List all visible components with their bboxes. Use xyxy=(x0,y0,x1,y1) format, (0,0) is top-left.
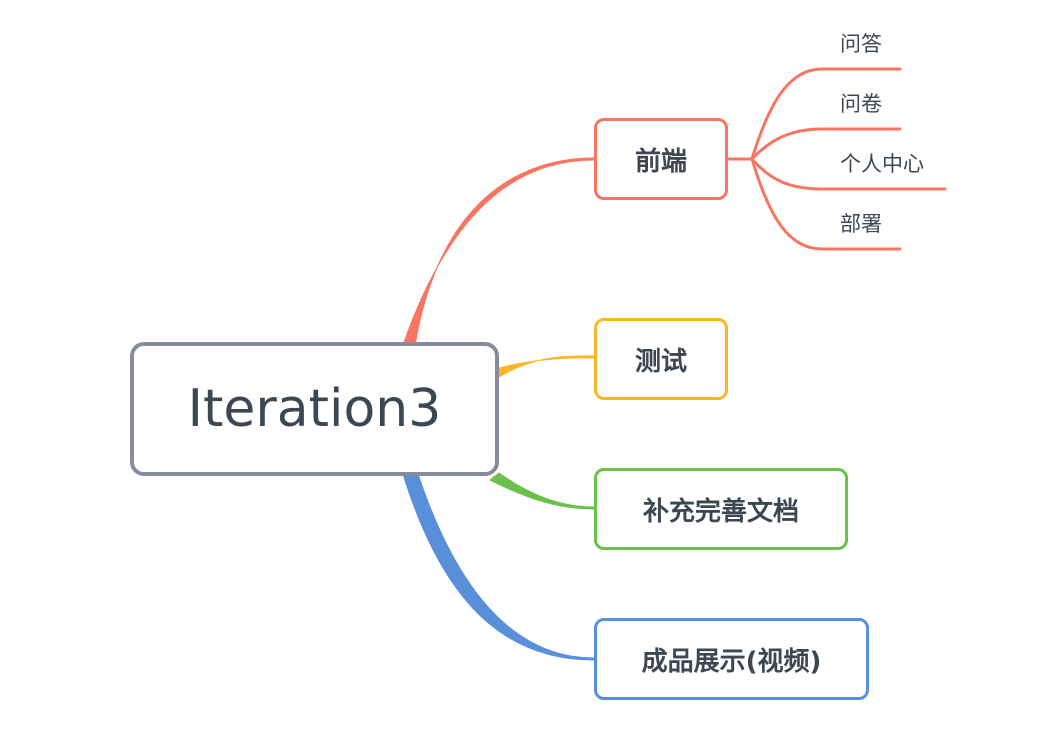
branch-node-frontend[interactable]: 前端 xyxy=(594,118,728,200)
leaf-node-qa[interactable]: 问答 xyxy=(840,31,882,57)
connector-root-docs xyxy=(489,472,595,510)
leaf-node-deploy[interactable]: 部署 xyxy=(840,211,882,237)
leaf-node-personal-center[interactable]: 个人中心 xyxy=(840,151,924,177)
branch-node-demo-video[interactable]: 成品展示(视频) xyxy=(594,618,869,700)
branch-node-testing[interactable]: 测试 xyxy=(594,318,728,400)
root-node-iteration3[interactable]: Iteration3 xyxy=(130,342,499,476)
connector-root-demo xyxy=(402,473,595,661)
mindmap-canvas: Iteration3 前端 测试 补充完善文档 成品展示(视频) 问答 问卷 个… xyxy=(0,0,1061,744)
leaf-node-survey[interactable]: 问卷 xyxy=(840,91,882,117)
connector-root-frontend xyxy=(402,157,595,346)
branch-node-docs[interactable]: 补充完善文档 xyxy=(594,468,848,550)
connector-root-testing xyxy=(498,355,595,378)
